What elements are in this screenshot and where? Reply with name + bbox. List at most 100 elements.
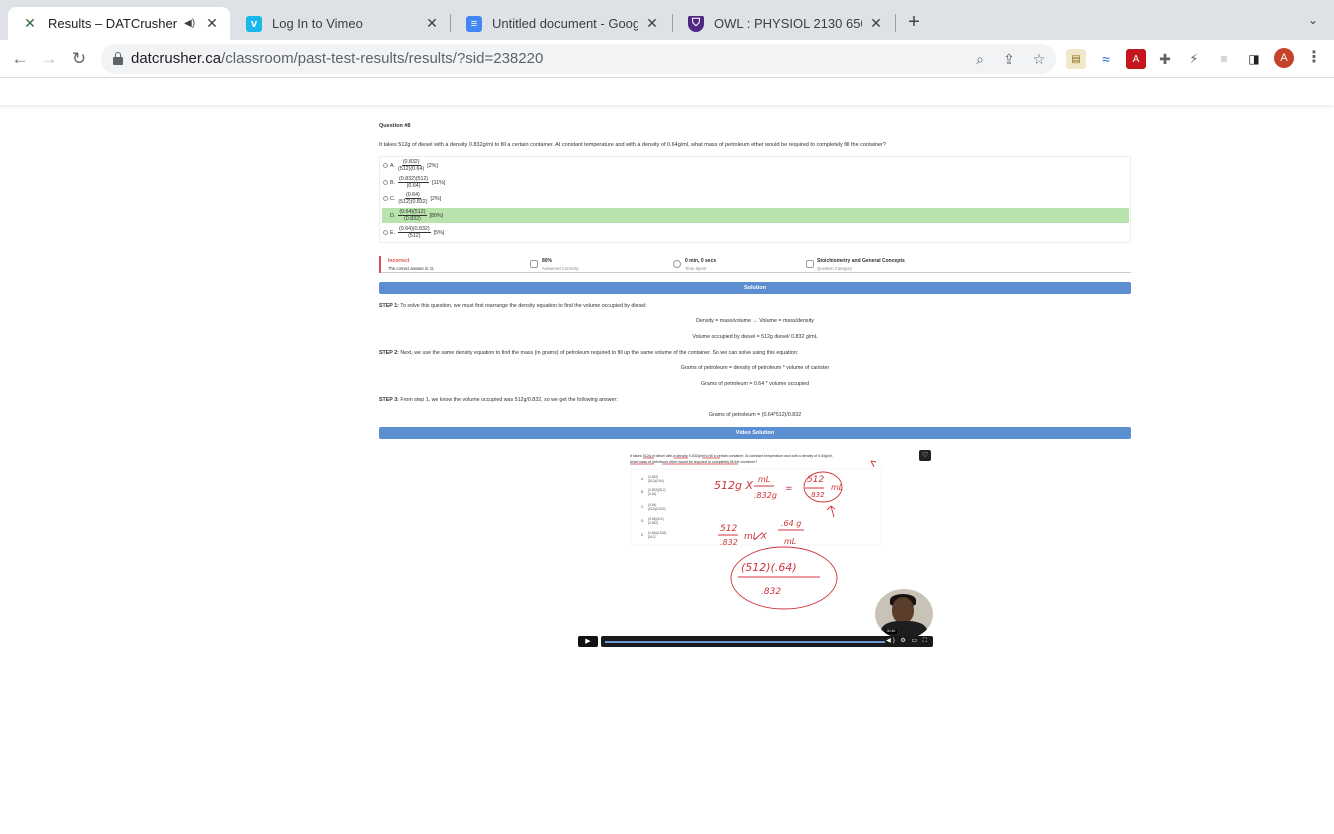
puzzle-extensions-icon[interactable]: ✚ [1155,49,1175,69]
radio-button[interactable] [383,196,388,201]
menu-icon[interactable]: ⋮ [1306,48,1322,68]
ink-circle-final [730,546,838,610]
ink-832g: .832g [754,491,777,500]
denominator: (0.832) [404,216,421,222]
tab-separator [672,14,673,32]
choice-c[interactable]: C. (0.64) (512)(0.832) [2%] [382,191,1129,206]
tab-datcrusher[interactable]: ✕ Results – DATCrusher (Can ◀) ✕ [8,7,230,40]
ink-512-b: 512 [720,524,737,534]
close-icon[interactable]: ✕ [868,15,884,32]
folder-icon [806,260,814,268]
bookmark-star-icon[interactable]: ☆ [1030,50,1048,68]
url-text[interactable]: datcrusher.ca/classroom/past-test-result… [131,50,543,67]
tab-separator [450,14,451,32]
play-icon[interactable]: ▶ [578,636,598,647]
ink-equals: = [785,484,793,494]
back-button[interactable]: ← [9,48,31,70]
correct-answer-text: The correct answer is: D. [388,266,435,271]
acrobat-extension-icon[interactable]: A [1126,49,1146,69]
video-choice-c: C. [641,505,644,509]
fraction: (0.832)(512)(0.64) [398,176,430,189]
close-icon[interactable]: ✕ [424,15,440,32]
reading-list-icon[interactable]: ≡ [1214,49,1234,69]
zoom-icon[interactable]: ⌕ [971,50,989,68]
ink-ml-b: mL [784,537,796,546]
percent-correct: 80% Answered Correctly [542,258,579,271]
ink-832: .832 [809,491,825,499]
waveform-extension-icon[interactable]: ≈ [1096,49,1116,69]
video-timestamp: 00:46 [885,629,897,634]
notes-extension-icon[interactable]: ▤ [1066,49,1086,69]
owl-shield-icon: ⛉ [688,15,704,32]
choice-percent: [80%] [429,212,444,219]
speed-extension-icon[interactable]: ⚡ [1184,49,1204,69]
numerator: (0.64)(0.832) [398,226,431,233]
chevron-down-icon[interactable]: ⌄ [1304,13,1322,31]
presenter-webcam: 00:46 [875,589,933,639]
video-choice-e-den: (512) [648,535,655,539]
progress-track[interactable] [605,641,885,643]
incorrect-indicator [379,256,381,273]
ink-832-b: .832 [720,538,738,547]
video-progress-bar[interactable]: ◀) ⚙ ▭ ⛶ [601,636,933,647]
status-text: Incorrect [388,258,410,264]
video-solution-header: Video Solution [379,427,1131,439]
tab-google-docs[interactable]: ≡ Untitled document - Google Do ✕ [452,7,670,40]
choice-percent: [2%] [427,162,438,169]
choice-b[interactable]: B. (0.832)(512) (0.64) [11%] [382,175,1129,190]
radio-button[interactable] [383,180,388,185]
choice-letter: E. [390,229,396,236]
radio-button[interactable] [383,163,388,168]
video-question-line-2: what mass of petroleum ether would be re… [630,460,757,464]
choice-d-correct[interactable]: D. (0.64)(512) (0.832) [80%] [382,208,1129,223]
address-bar[interactable]: datcrusher.ca/classroom/past-test-result… [101,44,1056,74]
profile-avatar[interactable]: A [1274,48,1294,68]
radio-button[interactable] [383,213,388,218]
close-icon[interactable]: ✕ [644,15,660,32]
equation-3: Grams of petroleum = density of petroleu… [680,365,830,371]
lock-icon[interactable] [113,52,123,65]
equation-2: Volume occupied by diesel = 512g diesel/… [692,334,818,340]
tab-title: Untitled document - Google Do [492,16,638,31]
step-3: STEP 3: From step 1, we know the volume … [379,397,618,403]
choice-letter: D. [390,212,396,219]
ink-arrow [826,505,836,518]
video-choice-d-den: (0.832) [648,521,658,525]
clock-icon [673,260,681,268]
heart-icon[interactable]: ♡ [919,450,931,461]
video-choice-e: E. [641,533,644,537]
tab-owl[interactable]: ⛉ OWL : PHYSIOL 2130 650 SU2 ✕ [674,7,894,40]
forward-button[interactable]: → [38,48,60,70]
step-text: Next, we use the same density equation t… [398,350,799,356]
radio-button[interactable] [383,230,388,235]
video-player[interactable]: It takes 512g of diesel with a density 0… [578,447,933,648]
fraction: (0.832)(512)(0.64) [398,159,424,172]
new-tab-button[interactable]: + [903,12,925,34]
step-2: STEP 2: Next, we use the same density eq… [379,350,798,356]
share-icon[interactable]: ⇪ [1000,50,1018,68]
fraction: (0.64)(512)(0.832) [398,192,427,205]
url-path: /classroom/past-test-results/results/?si… [221,50,544,67]
speaker-icon[interactable]: ◀) [184,18,198,29]
ink-ml-x: mL X [744,532,768,542]
tab-vimeo[interactable]: v Log In to Vimeo ✕ [232,7,450,40]
choice-percent: [5%] [433,229,445,236]
close-icon[interactable]: ✕ [204,15,220,32]
player-control-icons[interactable]: ◀) ⚙ ▭ ⛶ [886,637,929,645]
numerator: (0.832) [401,159,421,166]
tab-title: Log In to Vimeo [272,16,363,31]
equation-4: Grams of petroleum = 0.64 * volume occup… [701,381,809,387]
question-number: Question #8 [379,123,411,129]
question-text: It takes 512g of diesel with a density 0… [379,142,886,148]
side-panel-icon[interactable]: ◨ [1244,49,1264,69]
choice-a[interactable]: A. (0.832) (512)(0.64) [2%] [382,158,1129,173]
video-choice-c-den: (512)(0.832) [648,507,666,511]
choice-e[interactable]: E. (0.64)(0.832) (512) [5%] [382,225,1129,240]
video-controls: ▶ ◀) ⚙ ▭ ⛶ [578,636,933,647]
video-choice-a: A. [641,477,644,481]
step-text: From step 1, we know the volume occupied… [398,397,618,403]
percent-value: 80% [542,258,553,264]
bar-chart-icon [530,260,538,268]
fraction: (0.64)(0.832) (512) [398,226,431,239]
reload-button[interactable]: ↻ [68,48,90,70]
